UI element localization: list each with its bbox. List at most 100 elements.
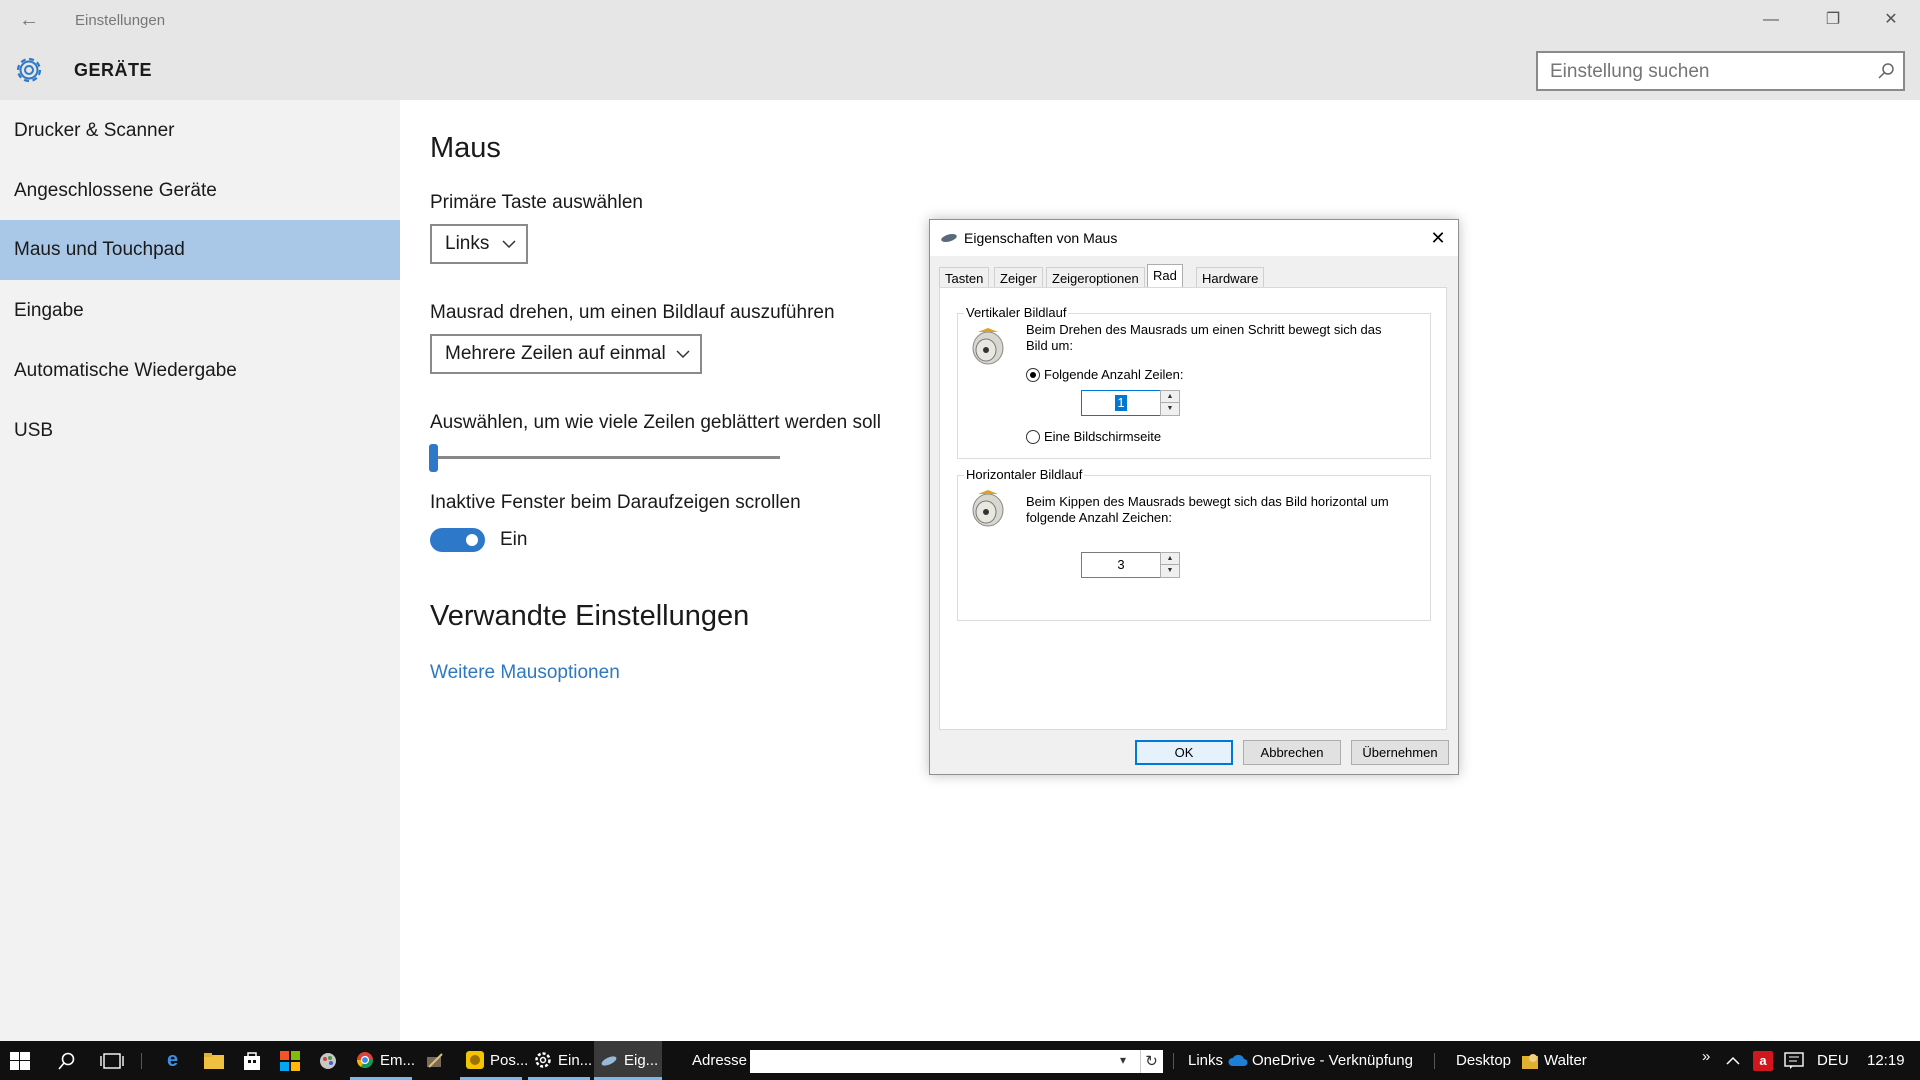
taskbar-divider xyxy=(1173,1053,1174,1069)
address-toolbar-label: Adresse xyxy=(692,1052,748,1069)
mouse-wheel-icon xyxy=(972,328,1004,365)
address-input[interactable] xyxy=(750,1050,1163,1073)
edge-icon[interactable]: e xyxy=(167,1041,178,1080)
taskbar-app-label: Em... xyxy=(380,1052,416,1069)
links-toolbar-label[interactable]: Links xyxy=(1188,1041,1223,1080)
tab-hardware[interactable]: Hardware xyxy=(1196,267,1265,287)
lines-count-input[interactable]: 1 xyxy=(1081,390,1161,416)
primary-button-value: Links xyxy=(445,233,490,254)
store-icon[interactable] xyxy=(243,1051,261,1071)
search-icon[interactable] xyxy=(58,1052,76,1070)
file-explorer-icon[interactable] xyxy=(204,1053,224,1069)
address-dropdown-icon[interactable]: ▾ xyxy=(1120,1041,1126,1080)
search-icon[interactable] xyxy=(1877,62,1895,80)
gear-icon xyxy=(16,57,42,83)
pen-tool-icon[interactable] xyxy=(425,1051,445,1071)
radio-lines[interactable] xyxy=(1026,368,1040,382)
lines-slider-label: Auswählen, um wie viele Zeilen geblätter… xyxy=(430,412,881,433)
search-box[interactable] xyxy=(1536,51,1905,91)
inactive-scroll-toggle[interactable] xyxy=(430,528,485,552)
more-mouse-options-link[interactable]: Weitere Mausoptionen xyxy=(430,662,620,684)
clock[interactable]: 12:19 xyxy=(1867,1041,1905,1080)
spin-up-icon[interactable]: ▲ xyxy=(1161,553,1179,565)
sidebar-item-eingabe[interactable]: Eingabe xyxy=(0,281,400,341)
toolbar-overflow-icon[interactable]: » xyxy=(1702,1037,1710,1076)
lines-spinner[interactable]: ▲ ▼ xyxy=(1160,390,1180,416)
windows-start-icon[interactable] xyxy=(10,1052,30,1070)
chars-count-input[interactable]: 3 xyxy=(1081,552,1161,578)
sidebar-item-maus-touchpad[interactable]: Maus und Touchpad xyxy=(0,220,400,280)
related-settings-title: Verwandte Einstellungen xyxy=(430,600,750,632)
page-title: Maus xyxy=(430,132,501,164)
primary-button-label: Primäre Taste auswählen xyxy=(430,192,643,213)
lines-slider-track[interactable] xyxy=(432,456,780,459)
taskbar-divider xyxy=(1434,1053,1435,1069)
spin-down-icon[interactable]: ▼ xyxy=(1161,403,1179,415)
tab-zeigeroptionen[interactable]: Zeigeroptionen xyxy=(1046,267,1145,287)
ok-button[interactable]: OK xyxy=(1135,740,1233,765)
desktop-toolbar-label[interactable]: Desktop xyxy=(1456,1041,1511,1080)
user-link[interactable]: Walter xyxy=(1544,1041,1587,1080)
chars-spinner[interactable]: ▲ ▼ xyxy=(1160,552,1180,578)
spin-down-icon[interactable]: ▼ xyxy=(1161,565,1179,577)
notification-icon[interactable] xyxy=(1784,1052,1804,1070)
vertical-scroll-group: Vertikaler Bildlauf Beim Drehen des Maus… xyxy=(957,305,1431,459)
maximize-button[interactable]: ❐ xyxy=(1810,4,1856,36)
dialog-close-icon[interactable]: ✕ xyxy=(1424,224,1452,252)
refresh-icon[interactable]: ↻ xyxy=(1140,1050,1162,1073)
mail-icon xyxy=(466,1051,484,1069)
cancel-button[interactable]: Abbrechen xyxy=(1243,740,1341,765)
close-button[interactable]: ✕ xyxy=(1868,4,1914,36)
vertical-scroll-title: Vertikaler Bildlauf xyxy=(964,305,1069,320)
mouse-icon xyxy=(601,1056,617,1066)
horizontal-scroll-group: Horizontaler Bildlauf Beim Kippen des Ma… xyxy=(957,467,1431,621)
taskbar-app-eigenschaften[interactable]: Eig... xyxy=(594,1041,662,1080)
radio-page[interactable] xyxy=(1026,430,1040,444)
lines-count-value: 1 xyxy=(1115,395,1127,411)
toggle-knob xyxy=(466,534,478,546)
scroll-mode-dropdown[interactable]: Mehrere Zeilen auf einmal xyxy=(430,334,702,374)
paint-icon[interactable] xyxy=(318,1051,338,1071)
onedrive-shortcut-link[interactable]: OneDrive - Verknüpfung xyxy=(1252,1041,1413,1080)
language-indicator[interactable]: DEU xyxy=(1817,1041,1849,1080)
taskbar-app-label: Pos... xyxy=(490,1052,529,1069)
taskbar-app-einstellungen[interactable]: Ein... xyxy=(528,1041,593,1080)
lines-slider-thumb[interactable] xyxy=(429,444,438,472)
mouse-properties-dialog: Eigenschaften von Maus ✕ Tasten Zeiger Z… xyxy=(929,219,1459,775)
dialog-titlebar: Eigenschaften von Maus ✕ xyxy=(930,220,1458,256)
taskbar-app-label: Eig... xyxy=(624,1052,659,1069)
back-arrow-icon[interactable]: ← xyxy=(14,8,44,32)
tab-panel-rad: Vertikaler Bildlauf Beim Drehen des Maus… xyxy=(939,287,1447,730)
sidebar-item-automatische-wiedergabe[interactable]: Automatische Wiedergabe xyxy=(0,341,400,401)
taskbar-app-post[interactable]: Pos... xyxy=(460,1041,528,1080)
sidebar-item-angeschlossene-geraete[interactable]: Angeschlossene Geräte xyxy=(0,161,400,221)
chevron-up-icon[interactable] xyxy=(1726,1056,1740,1066)
search-input[interactable] xyxy=(1550,61,1870,83)
scroll-mode-value: Mehrere Zeilen auf einmal xyxy=(445,343,666,364)
vertical-scroll-description: Beim Drehen des Mausrads um einen Schrit… xyxy=(1026,322,1382,353)
onedrive-icon xyxy=(1228,1054,1248,1066)
page-section-title: GERÄTE xyxy=(74,60,153,80)
spin-up-icon[interactable]: ▲ xyxy=(1161,391,1179,403)
radio-lines-label[interactable]: Folgende Anzahl Zeilen: xyxy=(1044,367,1183,383)
app-title: Einstellungen xyxy=(75,12,166,29)
tab-rad[interactable]: Rad xyxy=(1147,264,1183,288)
radio-page-label[interactable]: Eine Bildschirmseite xyxy=(1044,429,1161,445)
taskbar-app-chrome[interactable]: Em... xyxy=(350,1041,416,1080)
office-icon[interactable] xyxy=(280,1051,300,1071)
inactive-scroll-label: Inaktive Fenster beim Daraufzeigen scrol… xyxy=(430,492,801,513)
apply-button[interactable]: Übernehmen xyxy=(1351,740,1449,765)
tab-tasten[interactable]: Tasten xyxy=(939,267,990,287)
mouse-tilt-wheel-icon xyxy=(972,490,1004,527)
chars-count-value: 3 xyxy=(1117,557,1125,572)
mouse-icon xyxy=(941,234,957,242)
minimize-button[interactable]: — xyxy=(1748,4,1794,36)
primary-button-dropdown[interactable]: Links xyxy=(430,224,528,264)
antivirus-icon[interactable]: a xyxy=(1753,1051,1773,1071)
tab-zeiger[interactable]: Zeiger xyxy=(994,267,1043,287)
dialog-title: Eigenschaften von Maus xyxy=(964,230,1118,246)
sidebar-item-drucker-scanner[interactable]: Drucker & Scanner xyxy=(0,101,400,161)
task-view-icon[interactable] xyxy=(100,1052,124,1070)
taskbar-app-label: Ein... xyxy=(558,1052,593,1069)
sidebar-item-usb[interactable]: USB xyxy=(0,401,400,461)
